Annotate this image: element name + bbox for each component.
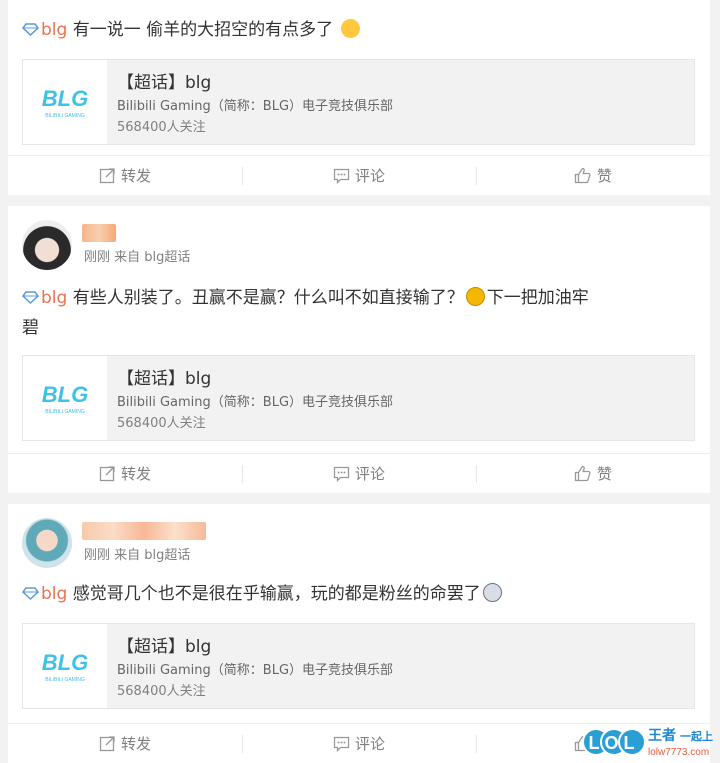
card-follower-count: 568400人关注 xyxy=(117,120,206,135)
card-follower-count: 568400人关注 xyxy=(117,684,206,699)
blg-logo: BLG BILIBILI GAMING xyxy=(23,60,107,144)
site-watermark: LOL 王者 一起上 lolw7773.com xyxy=(574,722,720,763)
repost-icon xyxy=(99,168,115,184)
diamond-icon xyxy=(22,23,39,36)
repost-icon xyxy=(99,466,115,482)
comment-icon xyxy=(333,168,350,184)
svg-text:lolw7773.com: lolw7773.com xyxy=(648,747,709,758)
comment-button[interactable]: 评论 xyxy=(242,724,476,763)
topic-card[interactable]: BLG BILIBILI GAMING 【超话】blg Bilibili Gami… xyxy=(22,623,695,709)
topic-link[interactable]: blg xyxy=(22,584,67,604)
avatar[interactable] xyxy=(22,518,72,568)
card-description: Bilibili Gaming（简称：BLG）电子竞技俱乐部 xyxy=(117,99,394,114)
svg-text:王者: 王者 xyxy=(648,728,676,744)
comment-icon xyxy=(333,736,350,752)
post-text: blg 感觉哥几个也不是很在乎输赢，玩的都是粉丝的命罢了 xyxy=(22,579,696,609)
blg-logo: BLG BILIBILI GAMING xyxy=(23,624,107,708)
card-follower-count: 568400人关注 xyxy=(117,416,206,431)
diamond-icon xyxy=(22,587,39,600)
topic-card[interactable]: BLG BILIBILI GAMING 【超话】blg Bilibili Gami… xyxy=(22,59,695,145)
topic-link[interactable]: blg xyxy=(22,288,67,308)
card-description: Bilibili Gaming（简称：BLG）电子竞技俱乐部 xyxy=(117,663,394,678)
svg-text:BLG: BLG xyxy=(42,382,88,407)
weibo-post-1: blg 有一说一 偷羊的大招空的有点多了 BLG BILIBILI GAMING … xyxy=(8,0,710,195)
svg-text:BLG: BLG xyxy=(42,650,88,675)
post-text: blg 有一说一 偷羊的大招空的有点多了 xyxy=(22,15,696,45)
thumbs-up-icon xyxy=(574,167,591,184)
post-meta: 刚刚 来自 blg超话 xyxy=(84,548,191,563)
like-button[interactable]: 赞 xyxy=(476,156,710,195)
card-title: 【超话】blg xyxy=(117,369,212,389)
avatar[interactable] xyxy=(22,220,72,270)
emoji-icon xyxy=(482,583,502,602)
blg-logo: BLG BILIBILI GAMING xyxy=(23,356,107,440)
action-bar: 转发 评论 赞 xyxy=(8,155,710,195)
username-blurred[interactable] xyxy=(82,522,206,540)
comment-icon xyxy=(333,466,350,482)
comment-button[interactable]: 评论 xyxy=(242,454,476,493)
card-title: 【超话】blg xyxy=(117,73,212,93)
username-blurred[interactable] xyxy=(82,224,116,242)
comment-button[interactable]: 评论 xyxy=(242,156,476,195)
post-text: blg 有些人别装了。丑赢不是赢？什么叫不如直接输了？ 下一把加油牢 碧 xyxy=(22,287,589,338)
repost-icon xyxy=(99,736,115,752)
weibo-post-2: 刚刚 来自 blg超话 blg 有些人别装了。丑赢不是赢？什么叫不如直接输了？下… xyxy=(8,206,710,493)
svg-text:BILIBILI GAMING: BILIBILI GAMING xyxy=(45,677,85,683)
svg-text:一起上: 一起上 xyxy=(680,729,713,743)
diamond-icon xyxy=(22,291,39,304)
card-description: Bilibili Gaming（简称：BLG）电子竞技俱乐部 xyxy=(117,395,394,410)
card-title: 【超话】blg xyxy=(117,637,212,657)
thumbs-up-icon xyxy=(574,465,591,482)
grin-emoji-icon xyxy=(465,287,485,306)
svg-text:BILIBILI GAMING: BILIBILI GAMING xyxy=(45,113,85,119)
svg-text:BILIBILI GAMING: BILIBILI GAMING xyxy=(45,409,85,415)
repost-button[interactable]: 转发 xyxy=(8,454,242,493)
topic-link[interactable]: blg xyxy=(22,20,67,40)
sweat-emoji-icon xyxy=(340,19,360,38)
svg-text:BLG: BLG xyxy=(42,86,88,111)
repost-button[interactable]: 转发 xyxy=(8,156,242,195)
post-meta: 刚刚 来自 blg超话 xyxy=(84,250,191,265)
like-button[interactable]: 赞 xyxy=(476,454,710,493)
topic-card[interactable]: BLG BILIBILI GAMING 【超话】blg Bilibili Gami… xyxy=(22,355,695,441)
action-bar: 转发 评论 赞 xyxy=(8,453,710,493)
repost-button[interactable]: 转发 xyxy=(8,724,242,763)
svg-text:LOL: LOL xyxy=(589,733,640,753)
